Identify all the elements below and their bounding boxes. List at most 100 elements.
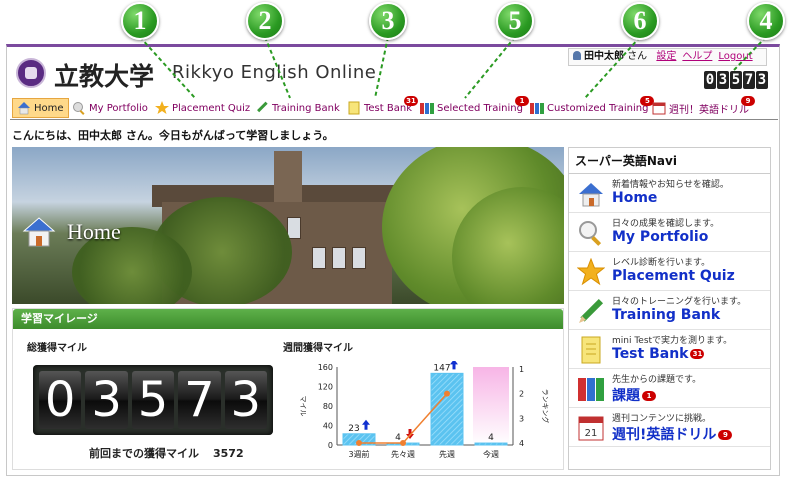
bar [430, 372, 464, 446]
mileage-panel: 学習マイレージ 総獲得マイル 週間獲得マイル 03573 前回までの獲得マイル 3… [12, 308, 564, 470]
y2-tick-label: 2 [519, 390, 524, 399]
settings-link[interactable]: 設定 [656, 51, 676, 62]
navi-training-bank[interactable]: 日々のトレーニングを行います。 Training Bank [569, 291, 770, 330]
trend-up-arrow [362, 419, 370, 430]
greeting-message: こんにちは、田中太郎 さん。今日もがんばって学習しましょう。 [12, 129, 334, 142]
odometer-digit: 0 [39, 371, 82, 429]
odometer-digit: 5 [131, 371, 175, 429]
navi-title: スーパー英語Navi [569, 148, 770, 174]
window [312, 247, 326, 269]
nav-customized-label: Customized Training [547, 102, 649, 114]
main-nav: Home My Portfolio Placement Quiz Trainin… [10, 96, 778, 120]
binders-icon [530, 103, 544, 114]
odometer-digit: 3 [85, 371, 128, 429]
logout-link[interactable]: Logout [718, 51, 752, 62]
building-tower [274, 151, 302, 207]
navi-item-label: 週刊!英語ドリル 9 [612, 424, 733, 444]
navi-item-desc: mini Testで実力を測ります。 [612, 336, 733, 346]
site-name: Rikkyo English Online [172, 62, 377, 83]
bar-value-label: 4 [395, 433, 401, 443]
counter-digit: 0 [704, 71, 716, 89]
counter-digit: 3 [756, 71, 768, 89]
nav-training-bank[interactable]: Training Bank [255, 98, 340, 118]
navi-list: 新着情報やお知らせを確認。 Home 日々の成果を確認します。 My Portf… [569, 174, 770, 447]
nav-weekly-badge: 9 [741, 96, 755, 106]
y-tick-label: 80 [323, 402, 333, 411]
y-tick-label: 40 [323, 422, 333, 431]
trend-up-arrow [450, 361, 458, 370]
callout-4: 4 [747, 2, 785, 40]
nav-home[interactable]: Home [12, 98, 69, 118]
odometer-digit: 3 [224, 371, 268, 429]
x-tick-label: 先々週 [391, 449, 415, 459]
navi-my-portfolio[interactable]: 日々の成果を確認します。 My Portfolio [569, 213, 770, 252]
navi-item-label-text: Placement Quiz [612, 268, 735, 284]
previous-miles-label: 前回までの獲得マイル [89, 447, 199, 460]
nav-customized-training[interactable]: Customized Training 5 [530, 96, 655, 118]
total-miles-odometer: 03573 [33, 365, 273, 435]
odometer-digit: 7 [178, 371, 221, 429]
nav-test-bank[interactable]: Test Bank 31 [347, 96, 418, 118]
bar-value-label: 4 [488, 433, 494, 443]
navi-test-bank[interactable]: mini Testで実力を測ります。 Test Bank 31 [569, 330, 770, 369]
university-name: 立教大学 [54, 62, 155, 91]
nav-my-portfolio[interactable]: My Portfolio [72, 98, 148, 118]
user-box: 田中太郎 さん 設定 ヘルプ Logout [568, 48, 767, 66]
navi-home[interactable]: 新着情報やお知らせを確認。 Home [569, 174, 770, 213]
navi-item-label: Home [612, 190, 657, 206]
nav-selected-training[interactable]: Selected Training 1 [420, 96, 529, 118]
navi-item-desc: 日々のトレーニングを行います。 [612, 297, 747, 307]
x-tick-label: 3週前 [348, 449, 369, 459]
callout-5: 5 [496, 2, 534, 40]
super-navi-panel: スーパー英語Navi 新着情報やお知らせを確認。 Home 日々の成果を確認しま… [568, 147, 771, 470]
navi-item-label: Test Bank 31 [612, 346, 705, 362]
weekly-miles-chart: 04080120160 1234マイル ランキング233週前4先々週147先週4今週 [299, 361, 550, 459]
nav-test-badge: 31 [404, 96, 418, 106]
rank-point [400, 440, 406, 446]
svg-text:21: 21 [585, 428, 598, 439]
y-axis-label: マイル [299, 396, 307, 417]
y2-tick-label: 1 [519, 365, 524, 374]
nav-placement-quiz[interactable]: Placement Quiz [155, 98, 250, 118]
y2-tick-label: 3 [519, 414, 524, 423]
mile-counter-small: 03573 [704, 71, 768, 89]
navi-item-label-text: Home [612, 190, 658, 206]
nav-weekly-drill[interactable]: 週刊！英語ドリル 9 [652, 96, 755, 118]
navi-item-desc: レベル診断を行います。 [612, 258, 711, 268]
navi-item-label: My Portfolio [612, 229, 708, 245]
navi-weekly-drill[interactable]: 21 週刊コンテンツに挑戦。 週刊!英語ドリル 9 [569, 408, 770, 447]
rank-point [356, 440, 362, 446]
callout-3: 3 [369, 2, 407, 40]
university-seal-icon [16, 58, 46, 88]
x-tick-label: 今週 [483, 449, 499, 459]
weekly-miles-label: 週間獲得マイル [283, 343, 353, 354]
help-link[interactable]: ヘルプ [682, 51, 712, 62]
nav-portfolio-label: My Portfolio [89, 102, 148, 114]
navi-assignments[interactable]: 先生からの課題です。 課題 1 [569, 369, 770, 408]
nav-home-label: Home [34, 102, 64, 114]
y2-tick-label: 4 [519, 439, 524, 448]
previous-miles: 前回までの獲得マイル 3572 [89, 445, 244, 461]
navi-item-desc: 先生からの課題です。 [612, 375, 702, 385]
navi-item-label: 課題 1 [612, 385, 656, 405]
navi-item-label-text: 週刊!英語ドリル [612, 427, 717, 443]
user-icon [573, 51, 581, 60]
navi-item-label-text: My Portfolio [612, 229, 709, 245]
navi-item-badge: 1 [642, 391, 656, 401]
navi-item-desc: 新着情報やお知らせを確認。 [612, 180, 729, 190]
total-miles-label: 総獲得マイル [27, 343, 87, 354]
y-tick-label: 160 [318, 363, 333, 372]
user-name: 田中太郎 [584, 51, 624, 62]
counter-digit: 3 [717, 71, 729, 89]
home-icon [18, 102, 30, 115]
pencil-icon [257, 101, 268, 113]
navi-item-label-text: 課題 [612, 388, 640, 404]
star-icon [577, 258, 605, 286]
bar [474, 442, 508, 446]
navi-placement-quiz[interactable]: レベル診断を行います。 Placement Quiz [569, 252, 770, 291]
nav-selected-badge: 1 [515, 96, 529, 106]
navi-item-label: Training Bank [612, 307, 720, 323]
navi-item-desc: 日々の成果を確認します。 [612, 219, 720, 229]
hero-banner: Home [12, 147, 564, 304]
page: 1 2 3 5 6 4 立教大学 Rikkyo English Online 田… [0, 0, 796, 478]
